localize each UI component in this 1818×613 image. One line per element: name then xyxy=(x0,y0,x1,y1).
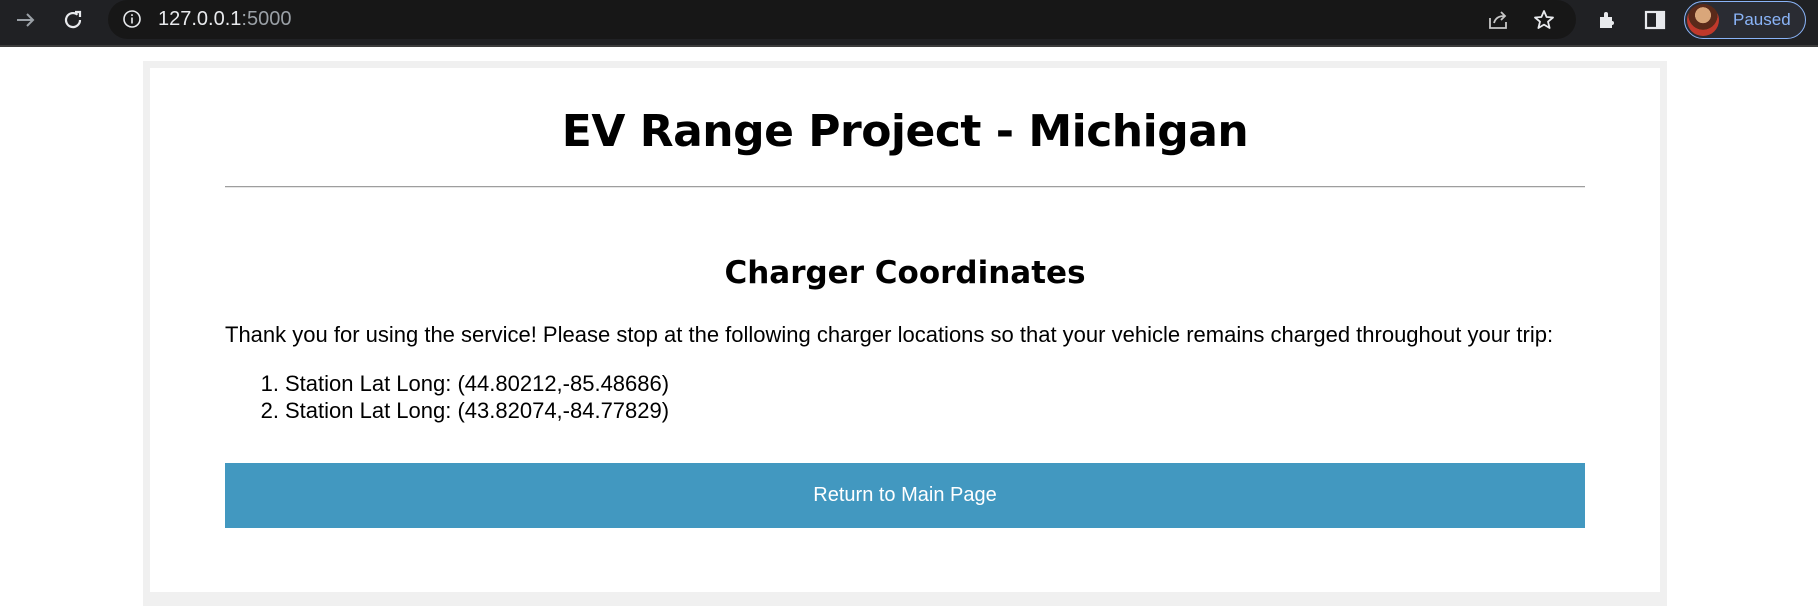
list-item: 1. Station Lat Long: (44.80212,-85.48686) xyxy=(225,370,669,397)
page-title: EV Range Project - Michigan xyxy=(561,106,1249,157)
list-item-number: 1. xyxy=(260,371,279,396)
section-heading: Charger Coordinates xyxy=(724,255,1086,291)
list-item-number: 2. xyxy=(260,398,279,423)
browser-toolbar: 127.0.0.1:5000 Paused xyxy=(0,0,1818,47)
content-card: EV Range Project - Michigan Charger Coor… xyxy=(150,68,1660,592)
station-coordinates: Station Lat Long: (44.80212,-85.48686) xyxy=(285,371,670,396)
profile-button[interactable]: Paused xyxy=(1684,1,1806,39)
url-host: 127.0.0.1 xyxy=(158,8,242,30)
thank-you-message: Thank you for using the service! Please … xyxy=(225,322,1554,347)
divider xyxy=(225,186,1585,188)
station-coordinates: Station Lat Long: (43.82074,-84.77829) xyxy=(285,398,670,423)
info-icon[interactable] xyxy=(122,9,142,29)
list-item: 2. Station Lat Long: (43.82074,-84.77829) xyxy=(225,397,669,424)
share-icon[interactable] xyxy=(1486,8,1510,32)
extensions-icon[interactable] xyxy=(1587,0,1627,40)
station-list: 1. Station Lat Long: (44.80212,-85.48686)… xyxy=(225,370,669,424)
reload-icon[interactable] xyxy=(53,0,93,40)
avatar xyxy=(1687,4,1719,36)
side-panel-icon[interactable] xyxy=(1635,0,1675,40)
return-to-main-button[interactable]: Return to Main Page xyxy=(225,463,1585,528)
profile-status: Paused xyxy=(1733,10,1791,29)
url-port: :5000 xyxy=(241,8,292,30)
forward-icon[interactable] xyxy=(6,0,46,40)
url-text[interactable]: 127.0.0.1:5000 xyxy=(158,0,291,39)
page-frame: EV Range Project - Michigan Charger Coor… xyxy=(143,61,1667,606)
address-bar[interactable]: 127.0.0.1:5000 xyxy=(108,0,1576,39)
star-icon[interactable] xyxy=(1532,8,1556,32)
